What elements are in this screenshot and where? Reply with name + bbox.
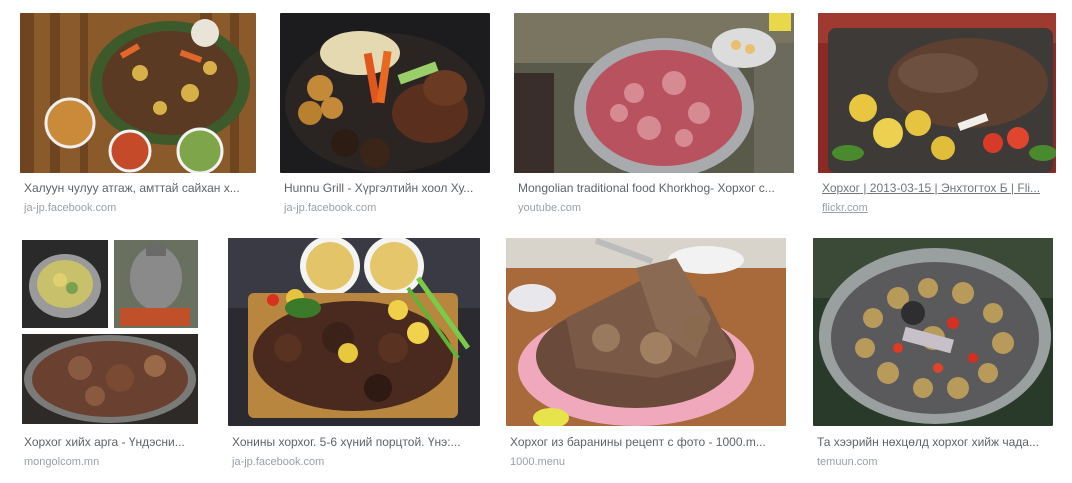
result-card[interactable]: Хорхог из баранины рецепт с фото - 1000.…: [506, 238, 786, 470]
lamb-board-with-soup-image[interactable]: [228, 238, 480, 426]
result-card[interactable]: Хорхог хийх арга - Үндэсни... mongolcom.…: [20, 238, 200, 470]
raw-meat-pot-image[interactable]: [514, 13, 794, 173]
potatoes-in-pot-image[interactable]: [813, 238, 1053, 426]
result-title[interactable]: Хорхог хийх арга - Үндэсни...: [24, 435, 200, 450]
result-card[interactable]: Хонины хорхог. 5-6 хүний порцтой. Үнэ:..…: [228, 238, 480, 470]
result-title[interactable]: Халуун чулуу атгаж, амттай сайхан х...: [24, 181, 254, 196]
meat-vegetable-tray-image[interactable]: [818, 13, 1056, 173]
result-title[interactable]: Та хээрийн нөхцөлд хорхог хийж чада...: [817, 435, 1053, 450]
result-source[interactable]: temuun.com: [817, 455, 878, 469]
result-title[interactable]: Хорхог из баранины рецепт с фото - 1000.…: [510, 435, 786, 450]
result-source[interactable]: youtube.com: [518, 201, 581, 215]
result-card[interactable]: Mongolian traditional food Khorkhog- Хор…: [514, 13, 794, 218]
khorkhog-collage-image[interactable]: [20, 238, 200, 426]
result-card[interactable]: Халуун чулуу атгаж, амттай сайхан х... j…: [20, 13, 256, 218]
result-source[interactable]: ja-jp.facebook.com: [232, 455, 324, 469]
result-source[interactable]: flickr.com: [822, 201, 868, 215]
result-source[interactable]: mongolcom.mn: [24, 455, 99, 469]
result-source[interactable]: 1000.menu: [510, 455, 565, 469]
food-on-wooden-table-image[interactable]: [20, 13, 256, 173]
lamb-in-pink-bowl-image[interactable]: [506, 238, 786, 426]
result-source[interactable]: ja-jp.facebook.com: [284, 201, 376, 215]
result-card[interactable]: Hunnu Grill - Хүргэлтийн хоол Ху... ja-j…: [280, 13, 490, 218]
result-title[interactable]: Хорхог | 2013-03-15 | Энхтогтох Б | Fli.…: [822, 181, 1056, 196]
result-source[interactable]: ja-jp.facebook.com: [24, 201, 116, 215]
result-title[interactable]: Mongolian traditional food Khorkhog- Хор…: [518, 181, 794, 196]
result-card[interactable]: Хорхог | 2013-03-15 | Энхтогтох Б | Fli.…: [818, 13, 1056, 218]
grilled-meat-platter-image[interactable]: [280, 13, 490, 173]
result-title[interactable]: Хонины хорхог. 5-6 хүний порцтой. Үнэ:..…: [232, 435, 480, 450]
result-card[interactable]: Та хээрийн нөхцөлд хорхог хийж чада... t…: [813, 238, 1053, 470]
result-title[interactable]: Hunnu Grill - Хүргэлтийн хоол Ху...: [284, 181, 490, 196]
